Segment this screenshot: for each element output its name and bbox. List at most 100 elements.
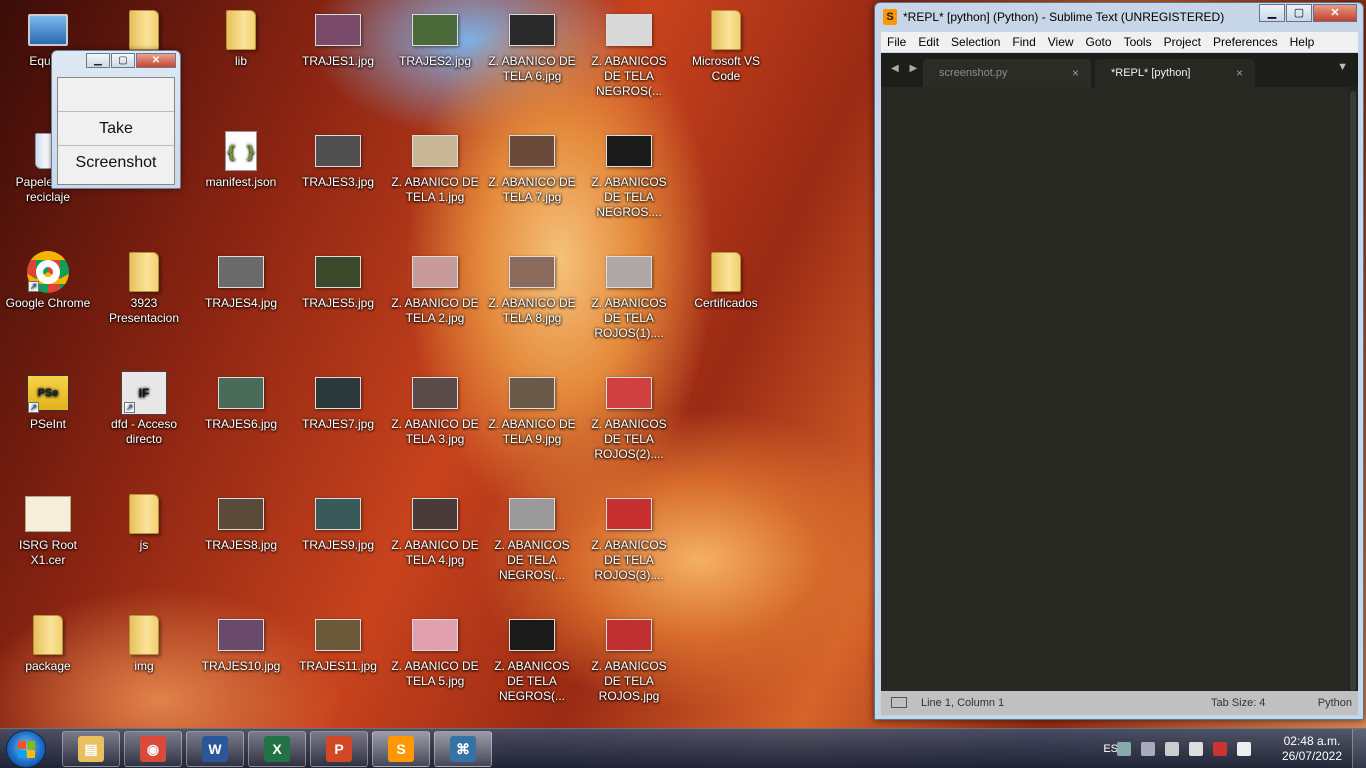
taskbar-python-button[interactable]: ⌘ <box>434 731 492 767</box>
desktop-icon[interactable]: Z. ABANICOS DE TELA NEGROS(... <box>583 8 675 99</box>
signal-icon[interactable] <box>1237 742 1251 756</box>
desktop-icon[interactable]: Z. ABANICOS DE TELA NEGROS.... <box>583 129 675 220</box>
menu-tools[interactable]: Tools <box>1118 35 1158 49</box>
menu-view[interactable]: View <box>1042 35 1080 49</box>
taskbar-explorer-button[interactable]: ▤ <box>62 731 120 767</box>
onenote-tray-icon[interactable] <box>1117 742 1131 756</box>
desktop-icon[interactable]: Z. ABANICO DE TELA 6.jpg <box>486 8 578 84</box>
tab-repl-python[interactable]: *REPL* [python] × <box>1095 59 1255 87</box>
menu-preferences[interactable]: Preferences <box>1207 35 1284 49</box>
action-center-icon[interactable] <box>1213 742 1227 756</box>
menu-file[interactable]: File <box>881 35 912 49</box>
network-tray-icon[interactable] <box>1141 742 1155 756</box>
desktop-icon[interactable]: TRAJES7.jpg <box>292 371 384 432</box>
desktop-icon[interactable]: TRAJES8.jpg <box>195 492 287 553</box>
desktop-icon-label: TRAJES4.jpg <box>204 296 278 310</box>
desktop-icon[interactable]: PSe ↗ PSeInt <box>2 371 94 432</box>
image-thumbnail-icon <box>217 371 265 415</box>
desktop-icon[interactable]: TRAJES6.jpg <box>195 371 287 432</box>
tab-close-icon[interactable]: × <box>1072 59 1079 87</box>
desktop-icon[interactable]: { } manifest.json <box>195 129 287 190</box>
menu-selection[interactable]: Selection <box>945 35 1006 49</box>
maximize-button[interactable]: ▢ <box>1286 4 1312 22</box>
taskbar-excel-button[interactable]: X <box>248 731 306 767</box>
take-screenshot-button[interactable]: Take Screenshot <box>58 112 174 171</box>
desktop-icon[interactable]: Z. ABANICO DE TELA 8.jpg <box>486 250 578 326</box>
close-button[interactable]: ✕ <box>1313 4 1357 22</box>
image-thumbnail-icon <box>217 250 265 294</box>
desktop-icon[interactable]: Microsoft VS Code <box>680 8 772 84</box>
desktop-icon[interactable]: TRAJES3.jpg <box>292 129 384 190</box>
desktop-icon-label: Z. ABANICO DE TELA 4.jpg <box>391 538 479 567</box>
tk-window-body: Take Screenshot <box>57 77 175 185</box>
desktop-icon[interactable] <box>98 8 190 54</box>
desktop-icon-label: Z. ABANICO DE TELA 1.jpg <box>391 175 479 204</box>
desktop-icon[interactable]: TRAJES5.jpg <box>292 250 384 311</box>
status-bar: Line 1, Column 1 Tab Size: 4 Python <box>881 691 1358 715</box>
desktop-icon-label: TRAJES1.jpg <box>301 54 375 68</box>
desktop-icon[interactable]: package <box>2 613 94 674</box>
desktop-icon[interactable]: Z. ABANICOS DE TELA ROJOS(1).... <box>583 250 675 341</box>
menu-find[interactable]: Find <box>1006 35 1041 49</box>
desktop-icon[interactable]: Z. ABANICO DE TELA 7.jpg <box>486 129 578 205</box>
tab-close-icon[interactable]: × <box>1236 59 1243 87</box>
clock[interactable]: 02:48 a.m. 26/07/2022 <box>1282 734 1342 764</box>
start-button[interactable] <box>6 730 46 768</box>
desktop-icon[interactable]: IF ↗ dfd - Acceso directo <box>98 371 190 447</box>
taskbar-chrome-button[interactable]: ◉ <box>124 731 182 767</box>
desktop-icon[interactable]: Z. ABANICOS DE TELA NEGROS(... <box>486 613 578 704</box>
desktop-icon[interactable]: TRAJES4.jpg <box>195 250 287 311</box>
menu-project[interactable]: Project <box>1158 35 1207 49</box>
desktop-icon[interactable]: TRAJES2.jpg <box>389 8 481 69</box>
desktop-icon[interactable]: TRAJES9.jpg <box>292 492 384 553</box>
tab-size-indicator[interactable]: Tab Size: 4 <box>1211 691 1265 715</box>
tk-maximize-button[interactable]: ▢ <box>111 53 135 68</box>
panel-toggle-icon[interactable] <box>891 697 907 708</box>
menu-help[interactable]: Help <box>1284 35 1321 49</box>
shortcut-arrow-icon: ↗ <box>28 402 39 413</box>
desktop-icon[interactable]: js <box>98 492 190 553</box>
desktop-icon[interactable]: Z. ABANICOS DE TELA ROJOS(3).... <box>583 492 675 583</box>
desktop-icon[interactable]: TRAJES10.jpg <box>195 613 287 674</box>
image-thumbnail-icon <box>508 492 556 536</box>
image-thumbnail-icon <box>217 492 265 536</box>
minimize-button[interactable]: ▁ <box>1259 4 1285 22</box>
desktop-icon-label: TRAJES11.jpg <box>299 659 377 673</box>
tab-dropdown-icon[interactable]: ▼ <box>1337 61 1348 73</box>
desktop-icon[interactable]: Z. ABANICO DE TELA 9.jpg <box>486 371 578 447</box>
desktop-icon[interactable]: TRAJES11.jpg <box>292 613 384 674</box>
desktop-icon[interactable]: Z. ABANICO DE TELA 3.jpg <box>389 371 481 447</box>
desktop-icon[interactable]: img <box>98 613 190 674</box>
desktop-icon[interactable]: Z. ABANICOS DE TELA ROJOS.jpg <box>583 613 675 704</box>
desktop-icon[interactable]: Z. ABANICO DE TELA 1.jpg <box>389 129 481 205</box>
desktop-icon[interactable]: Z. ABANICO DE TELA 5.jpg <box>389 613 481 689</box>
desktop-icon[interactable]: TRAJES1.jpg <box>292 8 384 69</box>
device-tray-icon[interactable] <box>1165 742 1179 756</box>
show-desktop-button[interactable] <box>1352 729 1366 768</box>
desktop-icon[interactable]: Z. ABANICOS DE TELA NEGROS(... <box>486 492 578 583</box>
tab-screenshot-py[interactable]: screenshot.py × <box>923 59 1091 87</box>
desktop-icon[interactable]: Z. ABANICO DE TELA 2.jpg <box>389 250 481 326</box>
taskbar-powerpoint-button[interactable]: P <box>310 731 368 767</box>
desktop-icon[interactable]: Z. ABANICOS DE TELA ROJOS(2).... <box>583 371 675 462</box>
tab-nav-arrows-icon[interactable]: ◀ ▶ <box>891 63 921 74</box>
volume-icon[interactable] <box>1189 742 1203 756</box>
taskbar-word-button[interactable]: W <box>186 731 244 767</box>
desktop-icon[interactable]: ISRG Root X1.cer <box>2 492 94 568</box>
desktop-icon[interactable]: Z. ABANICO DE TELA 4.jpg <box>389 492 481 568</box>
vertical-scrollbar[interactable] <box>1350 91 1356 691</box>
tk-close-button[interactable]: ✕ <box>136 53 176 68</box>
desktop-icon[interactable]: ↗ Google Chrome <box>2 250 94 311</box>
tk-minimize-button[interactable]: ▁ <box>86 53 110 68</box>
image-thumbnail-icon <box>508 371 556 415</box>
syntax-indicator[interactable]: Python <box>1318 691 1352 715</box>
image-thumbnail-icon <box>411 8 459 52</box>
code-editor[interactable] <box>881 87 1348 691</box>
desktop-icon[interactable]: lib <box>195 8 287 69</box>
desktop-icon[interactable]: 3923 Presentacion <box>98 250 190 326</box>
menu-edit[interactable]: Edit <box>912 35 945 49</box>
desktop-icon[interactable]: Certificados <box>680 250 772 311</box>
desktop-icon-label: Z. ABANICOS DE TELA ROJOS(2).... <box>591 417 667 461</box>
menu-goto[interactable]: Goto <box>1080 35 1118 49</box>
taskbar-sublime-button[interactable]: S <box>372 731 430 767</box>
